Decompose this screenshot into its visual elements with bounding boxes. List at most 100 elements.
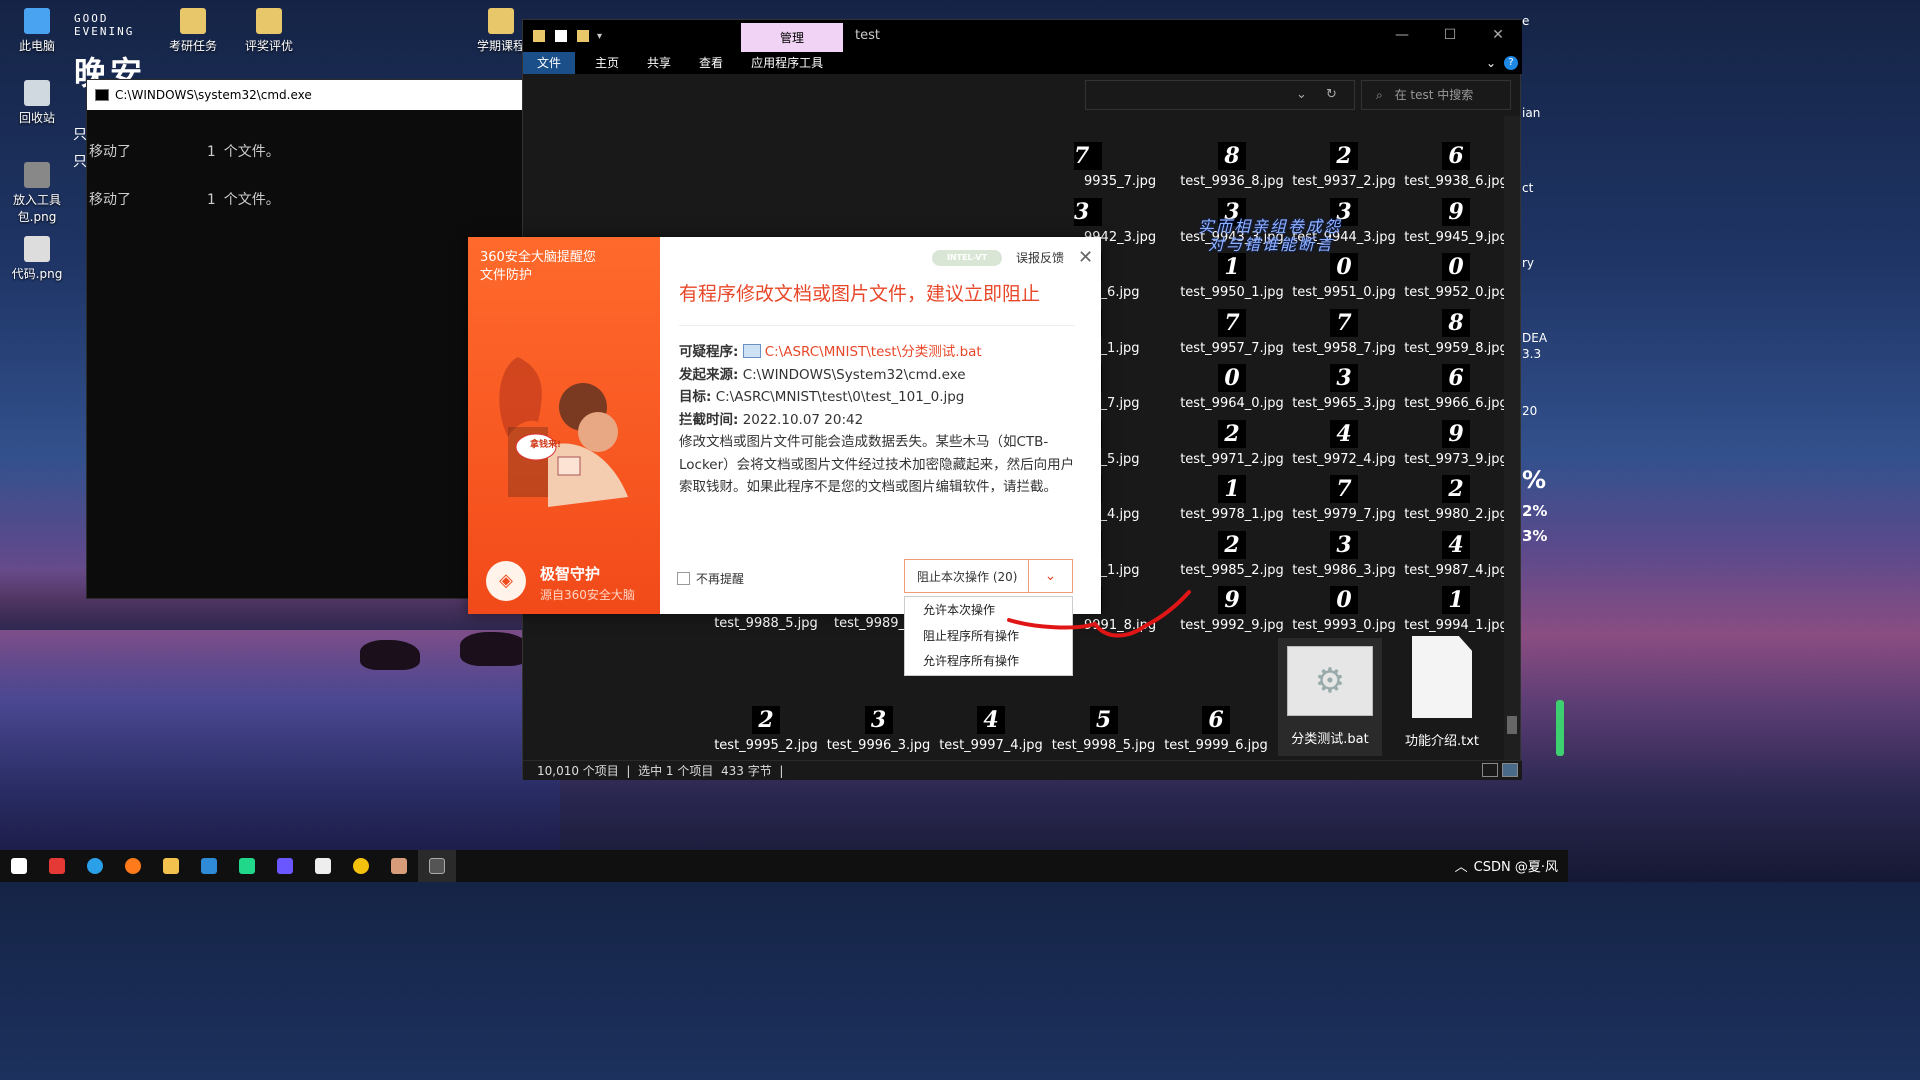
- file-item[interactable]: 7 9935_7.jpg: [1064, 142, 1176, 189]
- file-item[interactable]: 6 test_9999_6.jpg: [1160, 706, 1272, 753]
- brand-title: 360安全大脑提醒您 文件防护: [480, 249, 596, 285]
- taskbar-app[interactable]: [266, 850, 304, 882]
- security-alert-dialog[interactable]: 360安全大脑提醒您 文件防护 拿钱来! ◈ 极智守护 源自360安全大脑 IN…: [468, 237, 1101, 614]
- file-item[interactable]: 3 test_9986_3.jpg: [1288, 530, 1400, 578]
- file-item[interactable]: 6 test_9966_6.jpg: [1400, 364, 1512, 411]
- minimize-icon[interactable]: —: [1378, 20, 1426, 50]
- file-item[interactable]: 5 test_9998_5.jpg: [1048, 706, 1160, 753]
- taskbar-app[interactable]: [190, 850, 228, 882]
- close-icon[interactable]: ✕: [1078, 247, 1093, 268]
- file-item[interactable]: 3 test_9965_3.jpg: [1288, 364, 1400, 411]
- chevron-up-icon[interactable]: ︿: [1455, 856, 1468, 875]
- desktop-icon[interactable]: 评奖评优: [234, 8, 304, 54]
- taskbar-app[interactable]: [380, 850, 418, 882]
- search-input[interactable]: ⌕ 在 test 中搜索: [1361, 80, 1511, 110]
- file-item[interactable]: 3 test_9996_3.jpg: [823, 706, 935, 753]
- desktop-icon[interactable]: 代码.png: [2, 236, 72, 282]
- program-path[interactable]: C:\ASRC\MNIST\test\分类测试.bat: [765, 344, 982, 360]
- close-icon[interactable]: ✕: [1474, 20, 1522, 50]
- file-name: test_9995_2.jpg: [714, 738, 818, 753]
- file-item[interactable]: 8 test_9936_8.jpg: [1176, 142, 1288, 189]
- tab-app-tools[interactable]: 应用程序工具: [737, 52, 837, 74]
- desktop-icon[interactable]: 回收站: [2, 80, 72, 126]
- image-thumbnail: 7: [1074, 142, 1102, 170]
- address-bar[interactable]: ⌄ ↻: [1085, 80, 1355, 110]
- file-item[interactable]: 6 test_9938_6.jpg: [1400, 142, 1512, 189]
- refresh-icon[interactable]: ↻: [1326, 87, 1337, 102]
- tab-share[interactable]: 共享: [633, 52, 685, 74]
- file-item[interactable]: ⚙ 分类测试.bat: [1274, 646, 1386, 747]
- maximize-icon[interactable]: ☐: [1426, 20, 1474, 50]
- file-item[interactable]: 9 test_9945_9.jpg: [1400, 197, 1512, 245]
- no-remind-checkbox[interactable]: 不再提醒: [677, 570, 744, 587]
- file-item[interactable]: 0 test_9964_0.jpg: [1176, 364, 1288, 411]
- folder-icon[interactable]: [533, 30, 545, 42]
- taskbar-app[interactable]: [38, 850, 76, 882]
- desktop-icon[interactable]: 放入工具包.png: [2, 162, 72, 225]
- file-item[interactable]: 4 test_9987_4.jpg: [1400, 530, 1512, 578]
- file-name: test_9951_0.jpg: [1292, 285, 1396, 300]
- block-button-label[interactable]: 阻止本次操作 (20): [905, 568, 1028, 585]
- large-icons-view-icon[interactable]: [1502, 763, 1518, 777]
- desktop-icon[interactable]: 考研任务: [158, 8, 228, 54]
- false-positive-feedback-link[interactable]: 误报反馈: [1016, 249, 1064, 266]
- desktop-icon[interactable]: 此电脑: [2, 8, 72, 54]
- file-item[interactable]: 7 test_9957_7.jpg: [1176, 308, 1288, 356]
- image-thumbnail: 7: [1330, 475, 1358, 503]
- brand-title-line: 360安全大脑提醒您: [480, 250, 596, 265]
- file-item[interactable]: 2 test_9995_2.jpg: [710, 706, 822, 753]
- file-item[interactable]: 0 test_9951_0.jpg: [1288, 253, 1400, 300]
- menu-item-allow-all[interactable]: 允许程序所有操作: [905, 648, 1072, 674]
- file-item[interactable]: 9 test_9973_9.jpg: [1400, 419, 1512, 467]
- file-item[interactable]: 1 test_9950_1.jpg: [1176, 253, 1288, 300]
- file-item[interactable]: 2 test_9985_2.jpg: [1176, 530, 1288, 578]
- scroll-thumb[interactable]: [1507, 716, 1517, 734]
- file-item[interactable]: 2 test_9980_2.jpg: [1400, 475, 1512, 522]
- taskbar-app[interactable]: [418, 850, 456, 882]
- time-label: 拦截时间:: [679, 411, 739, 428]
- taskbar-app[interactable]: [342, 850, 380, 882]
- new-folder-icon[interactable]: [577, 30, 589, 42]
- edge-text: ct: [1522, 181, 1534, 195]
- taskbar-app[interactable]: [152, 850, 190, 882]
- tab-file[interactable]: 文件: [523, 52, 576, 74]
- checkbox-box[interactable]: [677, 572, 690, 585]
- image-thumbnail: 7: [1330, 308, 1358, 337]
- explorer-titlebar[interactable]: ▾ 管理 test — ☐ ✕: [523, 20, 1522, 52]
- file-item[interactable]: 1 test_9978_1.jpg: [1176, 475, 1288, 522]
- file-item[interactable]: 7 test_9979_7.jpg: [1288, 475, 1400, 522]
- file-item[interactable]: 1 test_9994_1.jpg: [1400, 586, 1512, 633]
- chevron-down-icon[interactable]: ▾: [597, 31, 602, 42]
- chevron-down-icon[interactable]: ⌄: [1486, 52, 1496, 74]
- no-remind-label: 不再提醒: [696, 572, 745, 586]
- tab-manage[interactable]: 管理: [741, 23, 843, 52]
- edge-text: e: [1522, 14, 1530, 28]
- file-name: test_9966_6.jpg: [1404, 396, 1508, 411]
- image-thumbnail: 2: [1218, 419, 1246, 448]
- taskbar-app[interactable]: [114, 850, 152, 882]
- chevron-down-icon[interactable]: ⌄: [1296, 87, 1307, 102]
- file-item[interactable]: 4 test_9972_4.jpg: [1288, 419, 1400, 467]
- file-item[interactable]: 2 test_9937_2.jpg: [1288, 142, 1400, 189]
- details-view-icon[interactable]: [1482, 763, 1498, 777]
- taskbar-app[interactable]: [304, 850, 342, 882]
- taskbar-app[interactable]: [76, 850, 114, 882]
- file-item[interactable]: 7 test_9958_7.jpg: [1288, 308, 1400, 356]
- file-item[interactable]: 4 test_9997_4.jpg: [935, 706, 1047, 753]
- file-item[interactable]: 0 test_9993_0.jpg: [1288, 586, 1400, 633]
- file-item[interactable]: 8 test_9959_8.jpg: [1400, 308, 1512, 356]
- file-item[interactable]: 0 test_9952_0.jpg: [1400, 253, 1512, 300]
- file-icon: [488, 8, 514, 34]
- file-item[interactable]: 功能介绍.txt: [1386, 636, 1498, 749]
- tab-home[interactable]: 主页: [581, 52, 633, 74]
- file-item[interactable]: 2 test_9971_2.jpg: [1176, 419, 1288, 467]
- file-name[interactable]: test_9988_5.jpg: [710, 616, 822, 631]
- properties-icon[interactable]: [555, 30, 567, 42]
- explorer-scrollbar[interactable]: [1504, 116, 1520, 760]
- taskbar-app[interactable]: [0, 850, 38, 882]
- help-icon[interactable]: ?: [1504, 56, 1518, 70]
- taskbar-app[interactable]: [228, 850, 266, 882]
- tab-view[interactable]: 查看: [685, 52, 737, 74]
- file-name: test_9971_2.jpg: [1180, 451, 1284, 467]
- image-thumbnail: 4: [1442, 530, 1470, 559]
